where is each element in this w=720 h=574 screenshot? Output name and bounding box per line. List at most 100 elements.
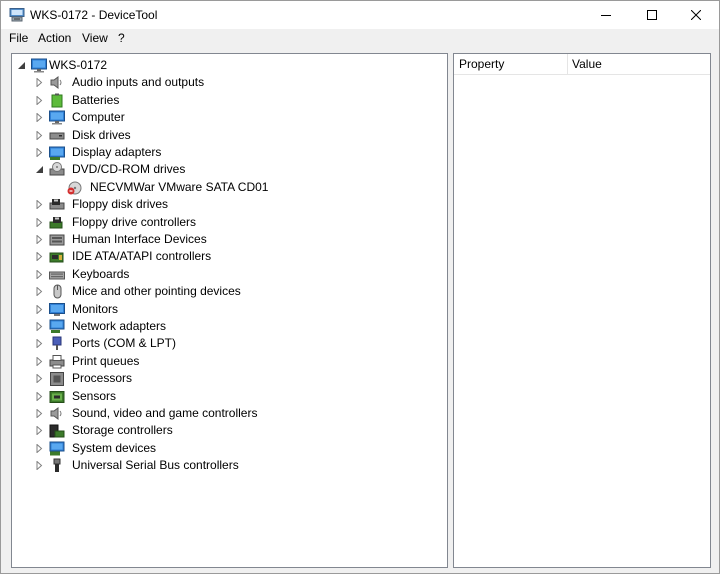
expand-arrow-icon[interactable]: [35, 270, 44, 279]
menu-action[interactable]: Action: [36, 31, 73, 45]
ide-controller-icon: [49, 249, 65, 264]
tree-item-keyboards[interactable]: Keyboards: [12, 266, 442, 283]
expand-arrow-icon[interactable]: [35, 131, 44, 140]
expand-arrow-icon[interactable]: [35, 148, 44, 157]
tree-item-human-interface-devices[interactable]: Human Interface Devices: [12, 231, 442, 248]
minimize-button[interactable]: [583, 1, 629, 29]
dvd-drive-icon: [49, 162, 65, 177]
tree-item-ports-com-lpt[interactable]: Ports (COM & LPT): [12, 335, 442, 352]
mouse-icon: [49, 284, 65, 299]
tree-item-network-adapters[interactable]: Network adapters: [12, 318, 442, 335]
property-column-header[interactable]: Property: [459, 57, 504, 71]
value-column-header[interactable]: Value: [572, 57, 602, 71]
tree-item-floppy-disk-drives[interactable]: Floppy disk drives: [12, 196, 442, 213]
expand-arrow-icon[interactable]: [35, 78, 44, 87]
tree-item-label: DVD/CD-ROM drives: [72, 162, 186, 176]
sensor-icon: [49, 389, 65, 404]
tree-item-label: Batteries: [72, 93, 120, 107]
close-button[interactable]: [673, 1, 719, 29]
tree-root[interactable]: WKS-0172: [12, 57, 442, 74]
expand-arrow-icon[interactable]: [35, 357, 44, 366]
expand-arrow-icon[interactable]: [35, 218, 44, 227]
network-adapter-icon: [49, 319, 65, 334]
tree-item-label: Computer: [72, 110, 125, 124]
expand-arrow-icon[interactable]: [35, 444, 44, 453]
keyboard-icon: [49, 267, 65, 282]
expand-arrow-icon[interactable]: [35, 392, 44, 401]
expand-arrow-icon[interactable]: [35, 200, 44, 209]
monitor-icon: [49, 302, 65, 317]
display-adapter-icon: [49, 145, 65, 160]
collapse-arrow-icon[interactable]: [17, 61, 26, 70]
tree-item-label: Display adapters: [72, 145, 162, 159]
properties-header: Property Value: [454, 54, 710, 75]
expand-arrow-icon[interactable]: [35, 322, 44, 331]
tree-item-batteries[interactable]: Batteries: [12, 92, 442, 109]
title-bar[interactable]: WKS-0172 - DeviceTool: [1, 1, 719, 29]
expand-arrow-icon[interactable]: [35, 374, 44, 383]
tree-item-label: NECVMWar VMware SATA CD01: [90, 180, 269, 194]
tree-item-label: System devices: [72, 441, 157, 455]
tree-item-label: Storage controllers: [72, 423, 173, 437]
tree-item-disk-drives[interactable]: Disk drives: [12, 127, 442, 144]
tree-item-sound-video-and-game-controllers[interactable]: Sound, video and game controllers: [12, 405, 442, 422]
expand-arrow-icon[interactable]: [35, 235, 44, 244]
expand-arrow-icon[interactable]: [35, 339, 44, 348]
expand-arrow-icon[interactable]: [35, 461, 44, 470]
system-devices-icon: [49, 441, 65, 456]
tree-item-processors[interactable]: Processors: [12, 370, 442, 387]
expand-arrow-icon[interactable]: [35, 426, 44, 435]
tree-item-floppy-drive-controllers[interactable]: Floppy drive controllers: [12, 214, 442, 231]
tree-item-print-queues[interactable]: Print queues: [12, 353, 442, 370]
expand-arrow-icon[interactable]: [35, 305, 44, 314]
tree-item-audio-inputs-and-outputs[interactable]: Audio inputs and outputs: [12, 74, 442, 91]
tree-root-label: WKS-0172: [49, 58, 108, 72]
minimize-icon: [601, 15, 611, 16]
tree-item-computer[interactable]: Computer: [12, 109, 442, 126]
computer-icon: [31, 58, 47, 73]
storage-controller-icon: [49, 423, 65, 438]
tree-item-label: Sound, video and game controllers: [72, 406, 258, 420]
tree-item-sensors[interactable]: Sensors: [12, 388, 442, 405]
device-tree[interactable]: WKS-0172 Audio inputs and outputs Batteri…: [11, 53, 448, 568]
menu-help[interactable]: ?: [116, 31, 127, 45]
menu-file[interactable]: File: [7, 31, 30, 45]
tree-item-child-device[interactable]: NECVMWar VMware SATA CD01: [12, 179, 442, 196]
menu-bar: File Action View ?: [1, 29, 719, 48]
tree-item-label: Audio inputs and outputs: [72, 75, 205, 89]
tree-item-label: Network adapters: [72, 319, 167, 333]
tree-item-monitors[interactable]: Monitors: [12, 301, 442, 318]
tree-item-dvd-cd-rom-drives[interactable]: DVD/CD-ROM drives: [12, 161, 442, 178]
device-tool-window: WKS-0172 - DeviceTool File Action View ?…: [0, 0, 720, 574]
tree-item-label: Print queues: [72, 354, 140, 368]
menu-view[interactable]: View: [80, 31, 110, 45]
collapse-arrow-icon[interactable]: [35, 165, 44, 174]
tree-item-label: Mice and other pointing devices: [72, 284, 241, 298]
tree-item-label: Floppy drive controllers: [72, 215, 197, 229]
maximize-button[interactable]: [629, 1, 675, 29]
expand-arrow-icon[interactable]: [35, 287, 44, 296]
tree-item-system-devices[interactable]: System devices: [12, 440, 442, 457]
column-divider[interactable]: [567, 54, 568, 75]
content-area: WKS-0172 Audio inputs and outputs Batteri…: [1, 48, 719, 573]
maximize-icon: [647, 10, 657, 20]
tree-item-ide-ata-atapi-controllers[interactable]: IDE ATA/ATAPI controllers: [12, 248, 442, 265]
tree-item-label: Floppy disk drives: [72, 197, 169, 211]
tree-item-display-adapters[interactable]: Display adapters: [12, 144, 442, 161]
sound-controller-icon: [49, 406, 65, 421]
disk-drive-icon: [49, 128, 65, 143]
expand-arrow-icon[interactable]: [35, 252, 44, 261]
floppy-drive-icon: [49, 197, 65, 212]
tree-item-mice-and-other-pointing-devices[interactable]: Mice and other pointing devices: [12, 283, 442, 300]
device-tool-app-icon[interactable]: [9, 8, 25, 22]
expand-arrow-icon[interactable]: [35, 96, 44, 105]
tree-item-storage-controllers[interactable]: Storage controllers: [12, 422, 442, 439]
tree-item-label: Human Interface Devices: [72, 232, 207, 246]
tree-item-universal-serial-bus-controllers[interactable]: Universal Serial Bus controllers: [12, 457, 442, 474]
battery-icon: [49, 93, 65, 108]
expand-arrow-icon[interactable]: [35, 409, 44, 418]
tree-item-label: Processors: [72, 371, 133, 385]
usb-icon: [49, 458, 65, 473]
tree-item-label: Monitors: [72, 302, 119, 316]
expand-arrow-icon[interactable]: [35, 113, 44, 122]
